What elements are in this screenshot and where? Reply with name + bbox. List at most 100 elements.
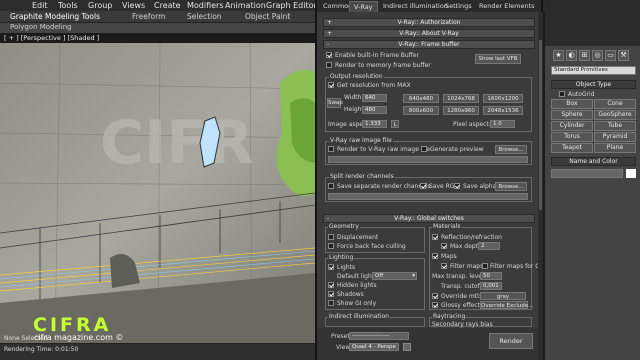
save-alpha-checkbox[interactable]: [454, 183, 460, 189]
object-type-rollout[interactable]: Object Type: [551, 80, 636, 89]
menu-views[interactable]: Views: [122, 1, 145, 10]
generate-preview-checkbox[interactable]: [421, 146, 427, 152]
glossy-effects-label: Glossy effects: [441, 302, 483, 309]
hidden-lights-label: Hidden lights: [337, 282, 377, 289]
force-backface-checkbox[interactable]: [328, 243, 334, 249]
override-mtl-checkbox[interactable]: [432, 293, 438, 299]
split-browse-button[interactable]: Browse...: [495, 182, 527, 191]
shadows-checkbox[interactable]: [328, 291, 334, 297]
pixel-aspect-input[interactable]: 1.0: [490, 120, 515, 128]
max-depth-input[interactable]: 2: [478, 242, 500, 250]
menu-edit[interactable]: Edit: [32, 1, 48, 10]
object-color-swatch[interactable]: [626, 169, 636, 178]
raw-path-field[interactable]: [328, 156, 528, 163]
menu-group[interactable]: Group: [88, 1, 112, 10]
lock-aspect-button[interactable]: L: [391, 120, 399, 128]
shadows-label: Shadows: [337, 291, 364, 298]
glossy-effects-checkbox[interactable]: [432, 302, 438, 308]
max-transp-input[interactable]: 50: [480, 272, 502, 280]
enable-builtin-checkbox[interactable]: [326, 52, 332, 58]
render-to-memory-checkbox[interactable]: [326, 62, 332, 68]
tube-button[interactable]: Tube: [594, 121, 636, 131]
display-tab-icon[interactable]: ▭: [605, 50, 616, 61]
cone-button[interactable]: Cone: [594, 99, 636, 109]
rollout-authorization[interactable]: + V-Ray:: Authorization: [323, 18, 535, 27]
raw-browse-button[interactable]: Browse...: [495, 145, 527, 154]
motion-tab-icon[interactable]: ◎: [592, 50, 603, 61]
transp-cutoff-input[interactable]: 0,001: [480, 282, 502, 290]
menu-create[interactable]: Create: [154, 1, 181, 10]
rollout-label: V-Ray:: Frame buffer: [398, 41, 460, 48]
tab-vray[interactable]: V-Ray: [349, 1, 378, 12]
tab-selection[interactable]: Selection: [187, 12, 222, 21]
create-tab-icon[interactable]: ★: [553, 50, 564, 61]
primitive-type-select[interactable]: Standard Primitives: [551, 66, 636, 75]
view-select[interactable]: Quad 4 - Perspe: [349, 343, 399, 351]
show-last-vfb-button[interactable]: Show last VFB: [475, 54, 521, 64]
rollout-about[interactable]: + V-Ray:: About V-Ray: [323, 29, 535, 38]
lock-icon[interactable]: [403, 343, 411, 351]
tab-freeform[interactable]: Freeform: [132, 12, 165, 21]
menu-animation[interactable]: Animation: [225, 1, 266, 10]
filter-maps-gi-checkbox[interactable]: [482, 263, 488, 269]
tab-settings[interactable]: Settings: [441, 1, 476, 12]
utilities-tab-icon[interactable]: ⚒: [618, 50, 629, 61]
plane-button[interactable]: Plane: [594, 143, 636, 153]
box-button[interactable]: Box: [551, 99, 593, 109]
preset-2048x1536[interactable]: 2048x1536: [483, 106, 523, 115]
preset-800x600[interactable]: 800x600: [403, 106, 439, 115]
get-from-max-checkbox[interactable]: [328, 82, 334, 88]
width-input[interactable]: 640: [362, 94, 387, 102]
override-mtl-button[interactable]: gray: [480, 292, 526, 300]
tab-object-paint[interactable]: Object Paint: [245, 12, 290, 21]
image-aspect-input[interactable]: 1.333: [362, 120, 387, 128]
geometry-title: Geometry: [328, 223, 360, 230]
render-raw-checkbox[interactable]: [328, 146, 334, 152]
save-rgb-checkbox[interactable]: [420, 183, 426, 189]
preset-select[interactable]: -------------------: [349, 332, 409, 340]
render-button[interactable]: Render: [489, 333, 533, 349]
show-gi-only-checkbox[interactable]: [328, 300, 334, 306]
preset-640x480[interactable]: 640x480: [403, 94, 439, 103]
viewport-label[interactable]: [ + ] [Perspective ] [Shaded ]: [4, 34, 99, 42]
hidden-lights-checkbox[interactable]: [328, 282, 334, 288]
sphere-button[interactable]: Sphere: [551, 110, 593, 120]
rollout-global-switches[interactable]: - V-Ray:: Global switches: [323, 214, 535, 223]
preset-1600x1200[interactable]: 1600x1200: [483, 94, 523, 103]
cylinder-button[interactable]: Cylinder: [551, 121, 593, 131]
name-and-color-rollout[interactable]: Name and Color: [551, 157, 636, 166]
tab-graphite-modeling-tools[interactable]: Graphite Modeling Tools: [10, 12, 100, 21]
pixel-aspect-label: Pixel aspect:: [453, 121, 491, 128]
menu-graph-editors[interactable]: Graph Editors: [266, 1, 321, 10]
max-depth-label: Max depth: [450, 243, 482, 250]
pyramid-button[interactable]: Pyramid: [594, 132, 636, 142]
split-path-field[interactable]: [328, 193, 528, 200]
preset-1280x960[interactable]: 1280x960: [443, 106, 479, 115]
menu-modifiers[interactable]: Modifiers: [187, 1, 224, 10]
object-name-field[interactable]: [551, 169, 623, 178]
scrollbar-thumb[interactable]: [539, 40, 542, 210]
lights-checkbox[interactable]: [328, 264, 334, 270]
filter-maps-checkbox[interactable]: [441, 263, 447, 269]
modify-tab-icon[interactable]: ◐: [566, 50, 577, 61]
override-exclude-button[interactable]: Override Exclude...: [480, 301, 533, 309]
geosphere-button[interactable]: GeoSphere: [594, 110, 636, 120]
save-separate-checkbox[interactable]: [328, 183, 334, 189]
height-input[interactable]: 480: [362, 106, 387, 114]
menu-tools[interactable]: Tools: [58, 1, 78, 10]
hierarchy-tab-icon[interactable]: ⊞: [579, 50, 590, 61]
autogrid-checkbox[interactable]: [559, 91, 565, 97]
tab-render-elements[interactable]: Render Elements: [475, 1, 539, 12]
tab-polygon-modeling[interactable]: Polygon Modeling: [10, 23, 72, 31]
max-depth-checkbox[interactable]: [441, 243, 447, 249]
rollout-frame-buffer[interactable]: - V-Ray:: Frame buffer: [323, 40, 535, 49]
viewport-perspective[interactable]: CIFR: [0, 43, 315, 343]
reflection-checkbox[interactable]: [432, 234, 438, 240]
teapot-button[interactable]: Teapot: [551, 143, 593, 153]
torus-button[interactable]: Torus: [551, 132, 593, 142]
swap-button[interactable]: Swap: [327, 98, 343, 108]
maps-checkbox[interactable]: [432, 253, 438, 259]
default-lights-select[interactable]: Off ▾: [372, 272, 417, 280]
displacement-checkbox[interactable]: [328, 234, 334, 240]
preset-1024x768[interactable]: 1024x768: [443, 94, 479, 103]
